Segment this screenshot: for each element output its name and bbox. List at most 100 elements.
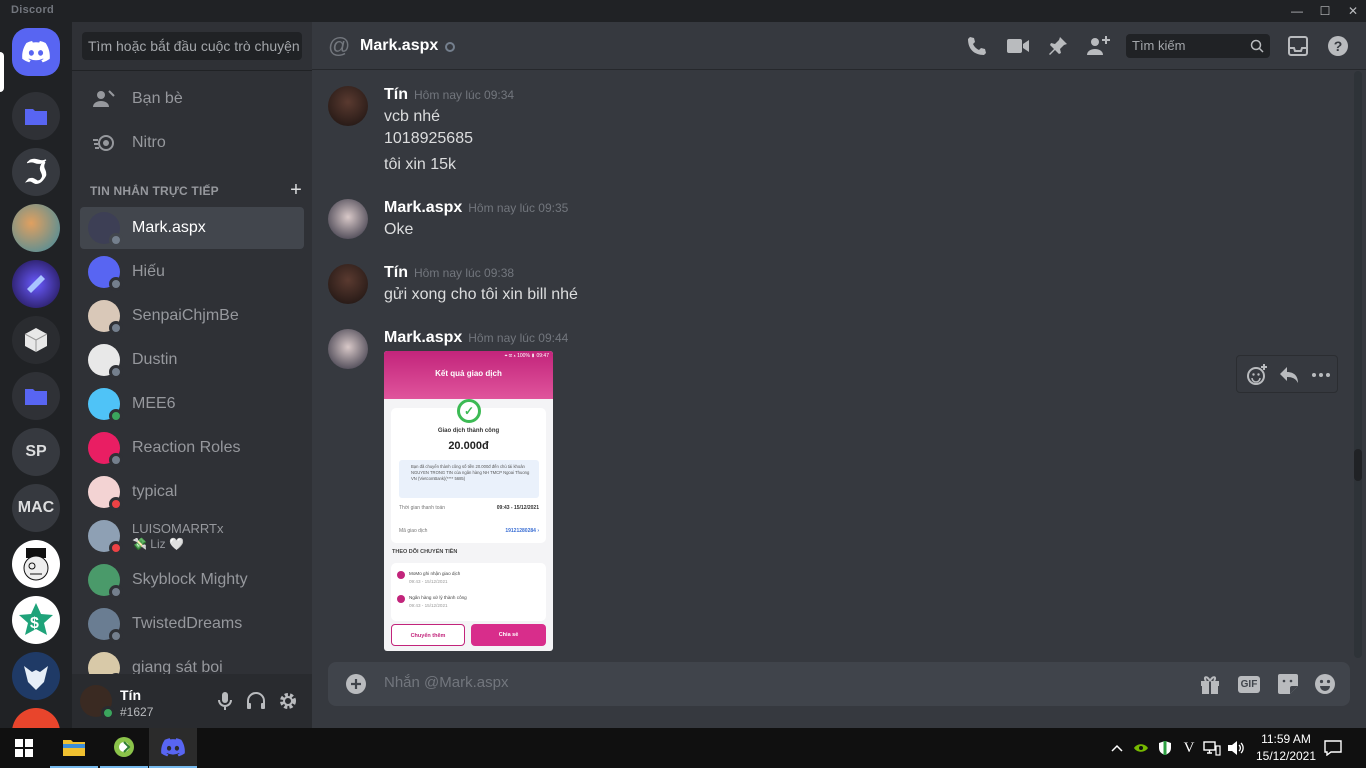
message-list: Tín Hôm nay lúc 09:34 vcb nhé 1018925685 … [312,71,1352,658]
chat-search-input[interactable]: Tìm kiếm [1126,34,1270,58]
friends-nav-item[interactable]: Bạn bè [80,78,304,120]
author-avatar[interactable] [328,329,368,369]
dm-item[interactable]: Skyblock Mighty [80,559,304,601]
home-button[interactable] [12,28,60,76]
browser-taskbar-button[interactable] [100,728,148,768]
reply-button[interactable] [1277,363,1301,387]
shield-icon [1159,741,1171,755]
author-name[interactable]: Mark.aspx [384,199,462,216]
emoji-button[interactable] [1313,672,1337,696]
dm-item[interactable]: typical [80,471,304,513]
dm-search-input[interactable]: Tìm hoặc bắt đầu cuộc trò chuyện [82,32,302,60]
start-button[interactable] [0,728,48,768]
upload-plus-icon[interactable] [344,672,368,696]
notification-icon [1324,740,1342,756]
close-window-button[interactable]: ✕ [1338,0,1366,22]
security-tray-icon[interactable] [1156,738,1174,758]
transaction-code-label: Mã giao dịch [399,528,428,534]
dm-name: SenpaiChjmBe [132,307,239,324]
dm-item[interactable]: SenpaiChjmBe [80,295,304,337]
server-icon-3[interactable]: ℑ [12,148,60,196]
pinned-messages-button[interactable] [1046,34,1070,58]
author-avatar[interactable] [328,199,368,239]
dm-item[interactable]: Dustin [80,339,304,381]
status-indicator [109,453,123,467]
volume-tray-icon[interactable] [1226,738,1246,758]
dm-item[interactable]: Reaction Roles [80,427,304,469]
scrollbar-thumb[interactable] [1354,449,1362,481]
dm-item[interactable]: LUISOMARRTx 💸 Liz 🤍 [80,515,304,557]
dm-text: Mark.aspx [132,219,206,237]
dm-list: Mark.aspx Hiếu SenpaiChjmBe Dustin MEE6 React… [80,207,304,681]
deafen-button[interactable] [244,689,268,713]
maximize-button[interactable]: ☐ [1310,0,1340,22]
vpn-tray-icon[interactable]: V [1180,738,1198,758]
minimize-button[interactable]: — [1282,0,1312,22]
check-circle-icon [397,595,405,603]
message-text: gửi xong cho tôi xin bill nhé [384,286,578,303]
inbox-button[interactable] [1286,34,1310,58]
mute-button[interactable] [213,689,237,713]
microphone-icon [218,692,232,710]
server-folder[interactable] [12,92,60,140]
add-friends-to-dm-button[interactable] [1086,34,1110,58]
discord-taskbar-button[interactable] [149,728,197,768]
dm-item[interactable]: TwistedDreams [80,603,304,645]
start-video-call-button[interactable] [1006,34,1030,58]
server-icon-12[interactable] [12,652,60,700]
search-icon [1250,39,1264,53]
user-avatar[interactable] [80,685,115,720]
author-avatar[interactable] [328,264,368,304]
server-icon-10[interactable] [12,540,60,588]
wolf-icon [24,666,48,690]
payment-receipt-image[interactable]: ⌖ ✉ ▴ 100% ▮ 09:47 Kết quả giao dịch ✓ G… [384,351,553,651]
server-icon-11[interactable]: $ [12,596,60,644]
settings-button[interactable] [276,689,300,713]
server-icon-13[interactable] [12,708,60,728]
windows-taskbar: V 11:59 AM 15/12/2021 [0,728,1366,768]
notifications-button[interactable] [1322,738,1344,758]
gift-button[interactable] [1198,672,1222,696]
server-sp[interactable]: SP [12,428,60,476]
create-dm-button[interactable]: + [290,179,302,202]
start-voice-call-button[interactable] [965,34,989,58]
server-mac[interactable]: MAC [12,484,60,532]
nvidia-tray-icon[interactable] [1132,738,1150,758]
server-icon-6[interactable] [12,316,60,364]
message-input[interactable]: Nhắn @Mark.aspx [384,674,508,691]
gif-button[interactable]: GIF [1237,672,1261,696]
dm-name: Dustin [132,351,178,368]
check-icon: ✓ [457,399,481,423]
server-folder-2[interactable] [12,372,60,420]
help-button[interactable]: ? [1326,34,1350,58]
dm-item[interactable]: Mark.aspx [80,207,304,249]
author-avatar[interactable] [328,86,368,126]
status-indicator [109,541,123,555]
ellipsis-icon [1312,373,1330,377]
folder-icon [25,109,47,125]
network-tray-icon[interactable] [1202,738,1222,758]
author-name[interactable]: Tín [384,264,408,281]
server-icon-5[interactable] [12,260,60,308]
file-explorer-taskbar-button[interactable] [50,728,98,768]
more-options-button[interactable] [1309,363,1333,387]
friends-label: Bạn bè [132,90,183,107]
windows-logo-icon [15,739,33,757]
show-hidden-icons-button[interactable] [1108,738,1126,758]
nitro-nav-item[interactable]: Nitro [80,122,304,164]
system-clock[interactable]: 11:59 AM 15/12/2021 [1244,731,1328,765]
message-timestamp: Hôm nay lúc 09:38 [414,266,515,280]
author-name[interactable]: Tín [384,86,408,103]
tracking-step: MoMo ghi nhận giao dịch 09:43 - 15/12/202… [397,571,460,584]
svg-text:?: ? [1334,38,1343,54]
dm-text: TwistedDreams [132,615,242,633]
scrollbar-track[interactable] [1354,71,1362,658]
server-icon-4[interactable] [12,204,60,252]
dm-item[interactable]: MEE6 [80,383,304,425]
add-reaction-button[interactable] [1245,363,1269,387]
author-name[interactable]: Mark.aspx [384,329,462,346]
sticker-button[interactable] [1276,672,1300,696]
dm-item[interactable]: Hiếu [80,251,304,293]
crystal-icon [27,275,45,293]
dm-text: MEE6 [132,395,176,413]
